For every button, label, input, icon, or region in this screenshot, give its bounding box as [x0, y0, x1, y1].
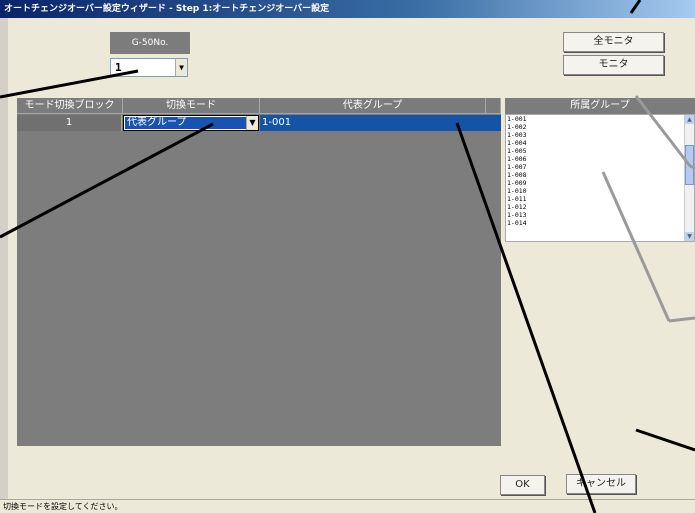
list-item[interactable]: 1-007 [506, 163, 694, 171]
list-item[interactable]: 1-012 [506, 203, 694, 211]
g50-number-label: G-50No. [110, 32, 190, 54]
list-item[interactable]: 1-005 [506, 147, 694, 155]
chevron-down-icon[interactable]: ▼ [685, 232, 694, 241]
callout-line [668, 316, 695, 323]
list-item[interactable]: 1-003 [506, 131, 694, 139]
monitor-all-button[interactable]: 全モニタ [563, 32, 664, 52]
grid-cell-block[interactable]: 1 [17, 115, 122, 131]
ok-button[interactable]: OK [500, 475, 545, 495]
mode-select-value: 代表グループ [125, 117, 246, 129]
chevron-down-icon[interactable]: ▼ [246, 116, 258, 130]
chevron-down-icon[interactable]: ▼ [175, 59, 187, 76]
window-left-frame [0, 18, 8, 513]
list-item[interactable]: 1-001 [506, 115, 694, 123]
scrollbar-thumb[interactable] [685, 145, 694, 185]
window-title-bar: オートチェンジオーバー設定ウィザード - Step 1:オートチェンジオーバー設… [0, 0, 695, 18]
list-item[interactable]: 1-010 [506, 187, 694, 195]
member-group-list[interactable]: 1-001 1-002 1-003 1-004 1-005 1-006 1-00… [505, 114, 695, 242]
grid-header-block: モード切換ブロック [17, 98, 123, 114]
grid-header-mode: 切換モード [123, 98, 260, 114]
list-item[interactable]: 1-004 [506, 139, 694, 147]
mode-block-grid: モード切換ブロック 切換モード 代表グループ 1 代表グループ ▼ 1-001 [17, 98, 501, 446]
monitor-button[interactable]: モニタ [563, 55, 664, 75]
list-item[interactable]: 1-014 [506, 219, 694, 227]
list-item[interactable]: 1-009 [506, 179, 694, 187]
mode-select[interactable]: 代表グループ ▼ [123, 115, 259, 131]
list-item[interactable]: 1-006 [506, 155, 694, 163]
grid-header-spacer [486, 98, 501, 114]
list-item[interactable]: 1-011 [506, 195, 694, 203]
list-item[interactable]: 1-013 [506, 211, 694, 219]
g50-number-select[interactable]: 1 ▼ [110, 58, 188, 77]
g50-number-value: 1 [115, 61, 122, 74]
chevron-up-icon[interactable]: ▲ [685, 115, 694, 124]
member-group-scrollbar[interactable]: ▲ ▼ [684, 115, 694, 241]
member-group-header: 所属グループ [505, 98, 695, 114]
cancel-button[interactable]: キャンセル [566, 474, 636, 494]
grid-cell-rep-group[interactable]: 1-001 [260, 115, 501, 131]
grid-header-rep-group: 代表グループ [260, 98, 486, 114]
callout-line [635, 428, 695, 452]
list-item[interactable]: 1-002 [506, 123, 694, 131]
status-bar: 切換モードを設定してください。 [0, 499, 695, 513]
list-item[interactable]: 1-008 [506, 171, 694, 179]
